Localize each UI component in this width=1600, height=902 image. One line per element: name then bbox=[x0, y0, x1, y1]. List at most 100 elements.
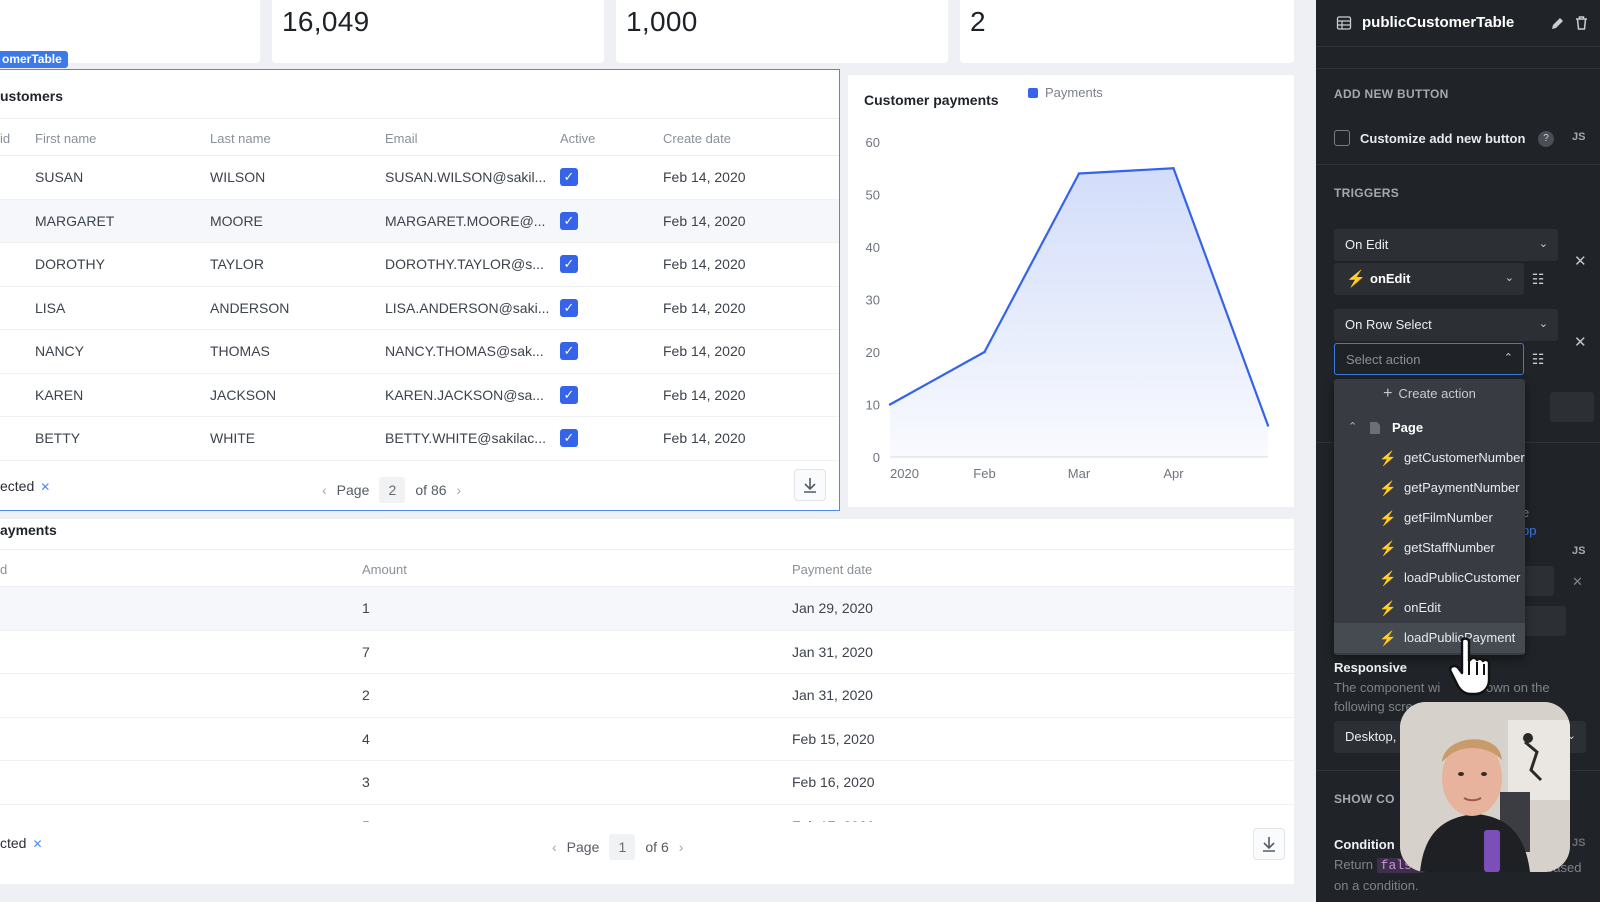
page-number-input[interactable]: 1 bbox=[609, 834, 636, 860]
trigger-event-value: On Edit bbox=[1345, 237, 1389, 252]
edit-icon[interactable] bbox=[1550, 16, 1565, 31]
remove-icon[interactable]: ✕ bbox=[1572, 574, 1583, 590]
next-page-icon[interactable]: › bbox=[457, 482, 462, 498]
data-point[interactable] bbox=[983, 350, 986, 354]
js-toggle[interactable]: JS bbox=[1572, 545, 1585, 557]
table-row[interactable]: 1 Jan 29, 2020 bbox=[0, 587, 1294, 631]
table-row[interactable]: 4 Feb 15, 2020 bbox=[0, 718, 1294, 761]
stat-value: 1,000 bbox=[626, 6, 698, 37]
stat-value: 16,049 bbox=[282, 6, 370, 37]
col-id[interactable]: id bbox=[0, 131, 10, 146]
active-checkbox[interactable]: ✓ bbox=[560, 255, 578, 273]
y-tick-label: 60 bbox=[866, 135, 880, 150]
cell-last-name: MOORE bbox=[210, 212, 263, 229]
action-settings-icon[interactable]: ☷ bbox=[1524, 345, 1552, 373]
x-tick-label: Mar bbox=[1068, 466, 1091, 481]
action-option[interactable]: ⚡ getFilmNumber bbox=[1334, 503, 1525, 533]
data-point[interactable] bbox=[1266, 424, 1270, 427]
payments-table-footer: cted ✕ ‹ Page 1 of 6 › bbox=[0, 822, 1294, 866]
data-point[interactable] bbox=[1077, 172, 1081, 175]
action-option[interactable]: ⚡ onEdit bbox=[1334, 593, 1525, 623]
remove-trigger-icon[interactable]: ✕ bbox=[1574, 333, 1587, 351]
download-icon bbox=[1263, 837, 1275, 852]
hand-cursor bbox=[1449, 637, 1491, 696]
col-first-name[interactable]: First name bbox=[35, 131, 96, 146]
active-checkbox[interactable]: ✓ bbox=[560, 298, 578, 317]
action-option[interactable]: ⚡ loadPublicCustomer bbox=[1334, 563, 1525, 593]
table-row[interactable]: BETTY WHITE BETTY.WHITE@sakilac... Feb 14, … bbox=[0, 417, 839, 461]
lightning-icon: ⚡ bbox=[1379, 450, 1397, 466]
data-point[interactable] bbox=[1172, 167, 1175, 170]
customers-table-panel[interactable]: ustomers id First name Last name Email A… bbox=[0, 69, 840, 511]
js-toggle[interactable]: JS bbox=[1572, 131, 1585, 143]
col-email[interactable]: Email bbox=[385, 131, 418, 146]
active-checkbox[interactable]: ✓ bbox=[560, 429, 578, 447]
action-option[interactable]: ⚡ getPaymentNumber bbox=[1334, 473, 1525, 503]
trigger-event-select[interactable]: On Edit ⌄ bbox=[1334, 229, 1558, 261]
trigger-action-select[interactable]: onEdit ⚡ ⌄ bbox=[1334, 263, 1524, 295]
next-page-icon[interactable]: › bbox=[679, 839, 684, 855]
cell-payment-date: Feb 16, 2020 bbox=[792, 774, 875, 790]
y-tick-label: 40 bbox=[866, 240, 880, 255]
table-row[interactable]: KAREN JACKSON KAREN.JACKSON@sa... Feb 14, 2… bbox=[0, 374, 839, 417]
prev-page-icon[interactable]: ‹ bbox=[552, 839, 557, 855]
cell-email: BETTY.WHITE@sakilac... bbox=[385, 430, 546, 446]
col-payment-date[interactable]: Payment date bbox=[792, 562, 872, 577]
customers-pagination: ‹ Page 2 of 86 › bbox=[322, 477, 461, 503]
table-row[interactable]: NANCY THOMAS NANCY.THOMAS@sak... Feb 14, 20… bbox=[0, 330, 839, 374]
js-toggle[interactable]: JS bbox=[1572, 837, 1585, 849]
active-checkbox[interactable]: ✓ bbox=[560, 168, 578, 186]
action-option[interactable]: ⚡ getCustomerNumber bbox=[1334, 443, 1525, 473]
col-amount[interactable]: Amount bbox=[362, 562, 407, 577]
action-option[interactable]: ⚡ getStaffNumber bbox=[1334, 533, 1525, 563]
col-id[interactable]: d bbox=[0, 562, 7, 577]
cell-amount: 2 bbox=[362, 687, 370, 703]
active-checkbox[interactable]: ✓ bbox=[560, 211, 578, 230]
table-row[interactable]: SUSAN WILSON SUSAN.WILSON@sakil... Feb 14, … bbox=[0, 156, 839, 200]
download-button[interactable] bbox=[1253, 828, 1285, 860]
triggers-section: TRIGGERS bbox=[1334, 186, 1400, 200]
active-checkbox[interactable]: ✓ bbox=[560, 342, 578, 360]
customize-add-new-checkbox[interactable] bbox=[1334, 130, 1350, 146]
selected-widget-label[interactable]: omerTable bbox=[0, 51, 68, 68]
help-icon[interactable]: ? bbox=[1538, 131, 1554, 147]
trigger-event-select[interactable]: On Row Select ⌄ bbox=[1334, 309, 1558, 341]
cell-create-date: Feb 14, 2020 bbox=[663, 343, 746, 359]
page-label: Page bbox=[566, 839, 600, 855]
page-number-input[interactable]: 2 bbox=[379, 477, 406, 503]
col-last-name[interactable]: Last name bbox=[210, 131, 271, 146]
action-option[interactable]: ⚡ loadPublicPayment bbox=[1334, 623, 1525, 653]
table-row[interactable]: 2 Jan 31, 2020 bbox=[0, 674, 1294, 718]
table-row[interactable]: 3 Feb 16, 2020 bbox=[0, 761, 1294, 805]
trash-icon[interactable] bbox=[1574, 15, 1589, 31]
active-checkbox[interactable]: ✓ bbox=[560, 385, 578, 404]
cell-payment-date: Jan 29, 2020 bbox=[792, 600, 873, 616]
col-active[interactable]: Active bbox=[560, 131, 595, 146]
payments-table-header: d Amount Payment date bbox=[0, 549, 1294, 587]
payments-table-panel[interactable]: ayments d Amount Payment date 1 Jan 29, 2… bbox=[0, 519, 1294, 884]
table-row[interactable]: MARGARET MOORE MARGARET.MOORE@... Feb 14, 2… bbox=[0, 199, 839, 243]
table-row[interactable]: 7 Jan 31, 2020 bbox=[0, 631, 1294, 674]
select-action-dropdown[interactable]: Select action ⌃ bbox=[1334, 343, 1524, 375]
col-create-date[interactable]: Create date bbox=[663, 131, 731, 146]
data-point[interactable] bbox=[888, 403, 892, 406]
customers-table-header: id First name Last name Email Active Cre… bbox=[0, 118, 839, 156]
lightning-icon: ⚡ bbox=[1379, 570, 1397, 586]
create-action-item[interactable]: + Create action bbox=[1334, 383, 1525, 413]
divider bbox=[1316, 164, 1600, 165]
table-row[interactable]: DOROTHY TAYLOR DOROTHY.TAYLOR@s... Feb 14, … bbox=[0, 243, 839, 287]
customize-add-new-label: Customize add new button bbox=[1360, 131, 1526, 146]
table-row[interactable]: LISA ANDERSON LISA.ANDERSON@saki... Feb 14,… bbox=[0, 287, 839, 330]
action-settings-icon[interactable]: ☷ bbox=[1524, 265, 1552, 293]
component-name[interactable]: publicCustomerTable bbox=[1362, 14, 1514, 31]
prev-page-icon[interactable]: ‹ bbox=[322, 482, 327, 498]
cell-first-name: KAREN bbox=[35, 386, 84, 403]
clear-selection-icon[interactable]: ✕ bbox=[40, 480, 50, 494]
cell-first-name: BETTY bbox=[35, 430, 81, 446]
page-group-header[interactable]: ⌃ Page bbox=[1334, 413, 1525, 443]
cell-first-name: LISA bbox=[35, 299, 66, 316]
cell-create-date: Feb 14, 2020 bbox=[663, 430, 746, 446]
remove-trigger-icon[interactable]: ✕ bbox=[1574, 252, 1587, 270]
clear-selection-icon[interactable]: ✕ bbox=[32, 837, 42, 851]
download-button[interactable] bbox=[794, 469, 826, 501]
